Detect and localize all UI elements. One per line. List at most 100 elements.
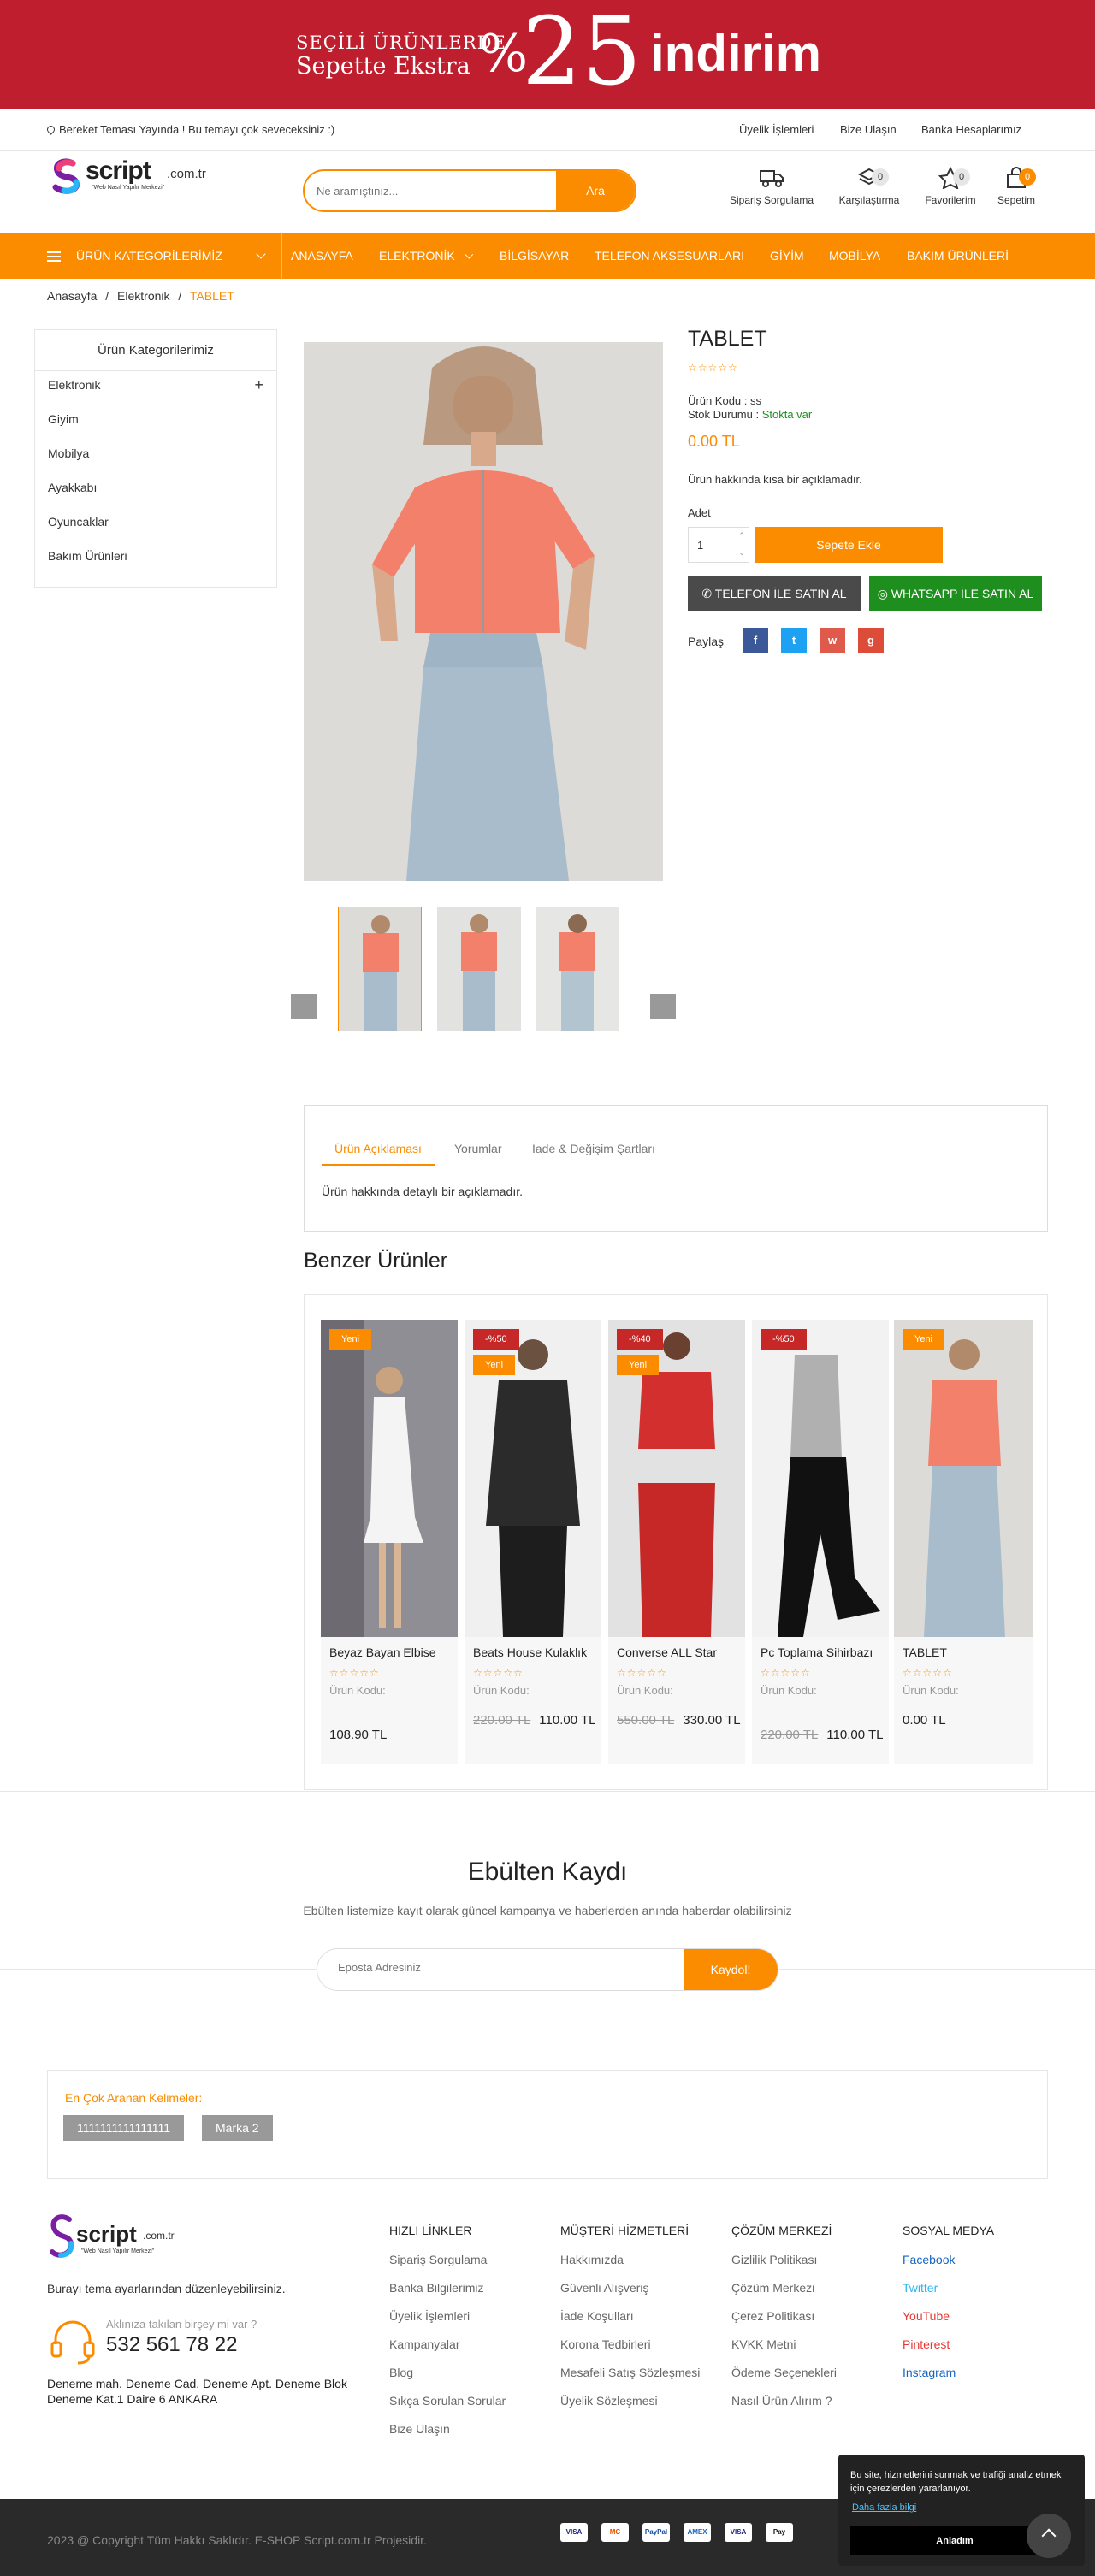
twitter-share-icon[interactable]: t: [781, 628, 807, 653]
keyword-tag[interactable]: 1111111111111111: [63, 2115, 184, 2141]
product-name[interactable]: Pc Toplama Sihirbazı: [761, 1645, 885, 1659]
nav-item-computer[interactable]: BİLGİSAYAR: [500, 233, 569, 279]
instagram-link[interactable]: Instagram: [903, 2366, 994, 2379]
product-card[interactable]: -%40 Yeni Converse ALL Star ☆☆☆☆☆ Ürün K…: [608, 1320, 745, 1764]
footer-link[interactable]: Sipariş Sorgulama: [389, 2253, 506, 2266]
product-card-image[interactable]: Yeni: [894, 1320, 1033, 1637]
footer-link[interactable]: Güvenli Alışveriş: [560, 2281, 700, 2295]
product-name[interactable]: TABLET: [903, 1645, 1027, 1659]
next-image-button[interactable]: [650, 994, 676, 1019]
product-name[interactable]: Converse ALL Star: [617, 1645, 741, 1659]
product-main-image[interactable]: [304, 342, 663, 881]
promo-banner[interactable]: SEÇİLİ ÜRÜNLERDE Sepette Ekstra % 25 ind…: [0, 0, 1095, 109]
sidebar-item-clothing[interactable]: Giyim: [48, 412, 79, 426]
product-tag: Yeni: [329, 1329, 372, 1350]
plus-icon[interactable]: +: [254, 376, 263, 394]
footer-link[interactable]: Hakkımızda: [560, 2253, 700, 2266]
breadcrumb-home[interactable]: Anasayfa: [47, 289, 97, 303]
search-button[interactable]: Ara: [556, 171, 635, 210]
facebook-share-icon[interactable]: f: [743, 628, 768, 653]
tab-reviews[interactable]: Yorumlar: [454, 1142, 502, 1155]
product-name[interactable]: Beats House Kulaklık: [473, 1645, 597, 1659]
site-logo[interactable]: script .com.tr "Web Nasıl Yapılır Merkez…: [47, 157, 218, 194]
product-card[interactable]: Yeni TABLET ☆☆☆☆☆ Ürün Kodu: 0.00 TL: [894, 1320, 1033, 1764]
footer-link[interactable]: Banka Bilgilerimiz: [389, 2281, 506, 2295]
newsletter-title: Ebülten Kaydı: [467, 1858, 628, 1886]
youtube-link[interactable]: YouTube: [903, 2309, 994, 2323]
search-input[interactable]: [317, 181, 556, 200]
footer-link[interactable]: Kampanyalar: [389, 2337, 506, 2351]
product-card[interactable]: Yeni Beyaz Bayan Elbise ☆☆☆☆☆ Ürün Kodu:…: [321, 1320, 458, 1764]
sidebar-item-electronics[interactable]: Elektronik +: [48, 376, 263, 394]
sidebar-item-furniture[interactable]: Mobilya: [48, 446, 89, 460]
tab-returns[interactable]: İade & Değişim Şartları: [532, 1142, 655, 1155]
footer-link[interactable]: Bize Ulaşın: [389, 2422, 506, 2436]
footer-link[interactable]: İade Koşulları: [560, 2309, 700, 2323]
phone-buy-button[interactable]: ✆ TELEFON İLE SATIN AL: [688, 576, 861, 611]
keyword-tag[interactable]: Marka 2: [202, 2115, 273, 2141]
footer-link[interactable]: KVKK Metni: [731, 2337, 837, 2351]
newsletter-email-input[interactable]: [338, 1961, 595, 1974]
whatsapp-share-icon[interactable]: w: [820, 628, 845, 653]
footer-link[interactable]: Üyelik İşlemleri: [389, 2309, 506, 2323]
nav-item-home[interactable]: ANASAYFA: [291, 233, 353, 279]
nav-item-electronics[interactable]: ELEKTRONİK: [379, 233, 473, 279]
sidebar-item-toys[interactable]: Oyuncaklar: [48, 515, 109, 529]
prev-image-button[interactable]: [291, 994, 317, 1019]
nav-item-clothing[interactable]: GİYİM: [770, 233, 804, 279]
decrease-icon[interactable]: ⌄: [738, 548, 745, 558]
tab-description[interactable]: Ürün Açıklaması: [322, 1142, 435, 1166]
nav-item-phone-accessories[interactable]: TELEFON AKSESUARLARI: [595, 233, 744, 279]
product-rating-stars: ☆☆☆☆☆: [761, 1667, 811, 1679]
nav-item-care[interactable]: BAKIM ÜRÜNLERİ: [907, 233, 1009, 279]
footer-link[interactable]: Çözüm Merkezi: [731, 2281, 837, 2295]
facebook-link[interactable]: Facebook: [903, 2253, 994, 2266]
footer-link[interactable]: Üyelik Sözleşmesi: [560, 2394, 700, 2408]
product-card-image[interactable]: Yeni: [321, 1320, 458, 1637]
categories-menu-button[interactable]: ÜRÜN KATEGORİLERİMİZ: [47, 233, 282, 279]
top-link-contact[interactable]: Bize Ulaşın: [840, 123, 897, 136]
footer-link[interactable]: Gizlilik Politikası: [731, 2253, 837, 2266]
footer-link[interactable]: Mesafeli Satış Sözleşmesi: [560, 2366, 700, 2379]
product-thumbnail-3[interactable]: [536, 907, 619, 1031]
footer-link[interactable]: Ödeme Seçenekleri: [731, 2366, 837, 2379]
footer-phone[interactable]: 532 561 78 22: [106, 2333, 237, 2357]
add-to-cart-button[interactable]: Sepete Ekle: [755, 527, 943, 563]
footer-link[interactable]: Sıkça Sorulan Sorular: [389, 2394, 506, 2408]
cookie-more-link[interactable]: Daha fazla bilgi: [852, 2502, 916, 2513]
product-card[interactable]: -%50 Pc Toplama Sihirbazı ☆☆☆☆☆ Ürün Kod…: [752, 1320, 889, 1764]
pinterest-link[interactable]: Pinterest: [903, 2337, 994, 2351]
top-link-bank[interactable]: Banka Hesaplarımız: [921, 123, 1021, 136]
product-card-image[interactable]: -%40 Yeni: [608, 1320, 745, 1637]
google-share-icon[interactable]: g: [858, 628, 884, 653]
twitter-link[interactable]: Twitter: [903, 2281, 994, 2295]
order-tracking-button[interactable]: Sipariş Sorgulama: [729, 167, 814, 206]
product-name[interactable]: Beyaz Bayan Elbise: [329, 1645, 453, 1659]
product-thumbnail-1[interactable]: [338, 907, 422, 1031]
whatsapp-buy-button[interactable]: ◎ WHATSAPP İLE SATIN AL: [869, 576, 1042, 611]
cart-button[interactable]: 0 Sepetim: [991, 167, 1042, 206]
nav-item-furniture[interactable]: MOBİLYA: [829, 233, 880, 279]
footer-link[interactable]: Blog: [389, 2366, 506, 2379]
product-card-image[interactable]: -%50 Yeni: [465, 1320, 601, 1637]
scroll-to-top-button[interactable]: [1027, 2514, 1071, 2558]
sidebar-item-care[interactable]: Bakım Ürünleri: [48, 549, 127, 563]
top-link-membership[interactable]: Üyelik İşlemleri: [739, 123, 814, 136]
quantity-value[interactable]: 1: [697, 539, 703, 552]
newsletter-submit-button[interactable]: Kaydol!: [684, 1949, 778, 1990]
newsletter-subtitle: Ebülten listemize kayıt olarak güncel ka…: [303, 1904, 792, 1917]
footer-logo[interactable]: script .com.tr "Web Nasıl Yapılır Merkez…: [47, 2211, 184, 2262]
increase-icon[interactable]: ⌃: [738, 531, 745, 541]
footer-link[interactable]: Korona Tedbirleri: [560, 2337, 700, 2351]
product-thumbnail-2[interactable]: [437, 907, 521, 1031]
newsletter-form: Kaydol!: [317, 1948, 778, 1991]
footer-link[interactable]: Çerez Politikası: [731, 2309, 837, 2323]
quantity-stepper[interactable]: 1 ⌃ ⌄: [688, 527, 749, 563]
product-card[interactable]: -%50 Yeni Beats House Kulaklık ☆☆☆☆☆ Ürü…: [465, 1320, 601, 1764]
favorites-button[interactable]: 0 Favorilerim: [920, 166, 980, 206]
footer-link[interactable]: Nasıl Ürün Alırım ?: [731, 2394, 837, 2408]
sidebar-item-shoes[interactable]: Ayakkabı: [48, 481, 97, 494]
breadcrumb-category[interactable]: Elektronik: [117, 289, 169, 303]
compare-button[interactable]: 0 Karşılaştırma: [837, 167, 902, 206]
product-card-image[interactable]: -%50: [752, 1320, 889, 1637]
